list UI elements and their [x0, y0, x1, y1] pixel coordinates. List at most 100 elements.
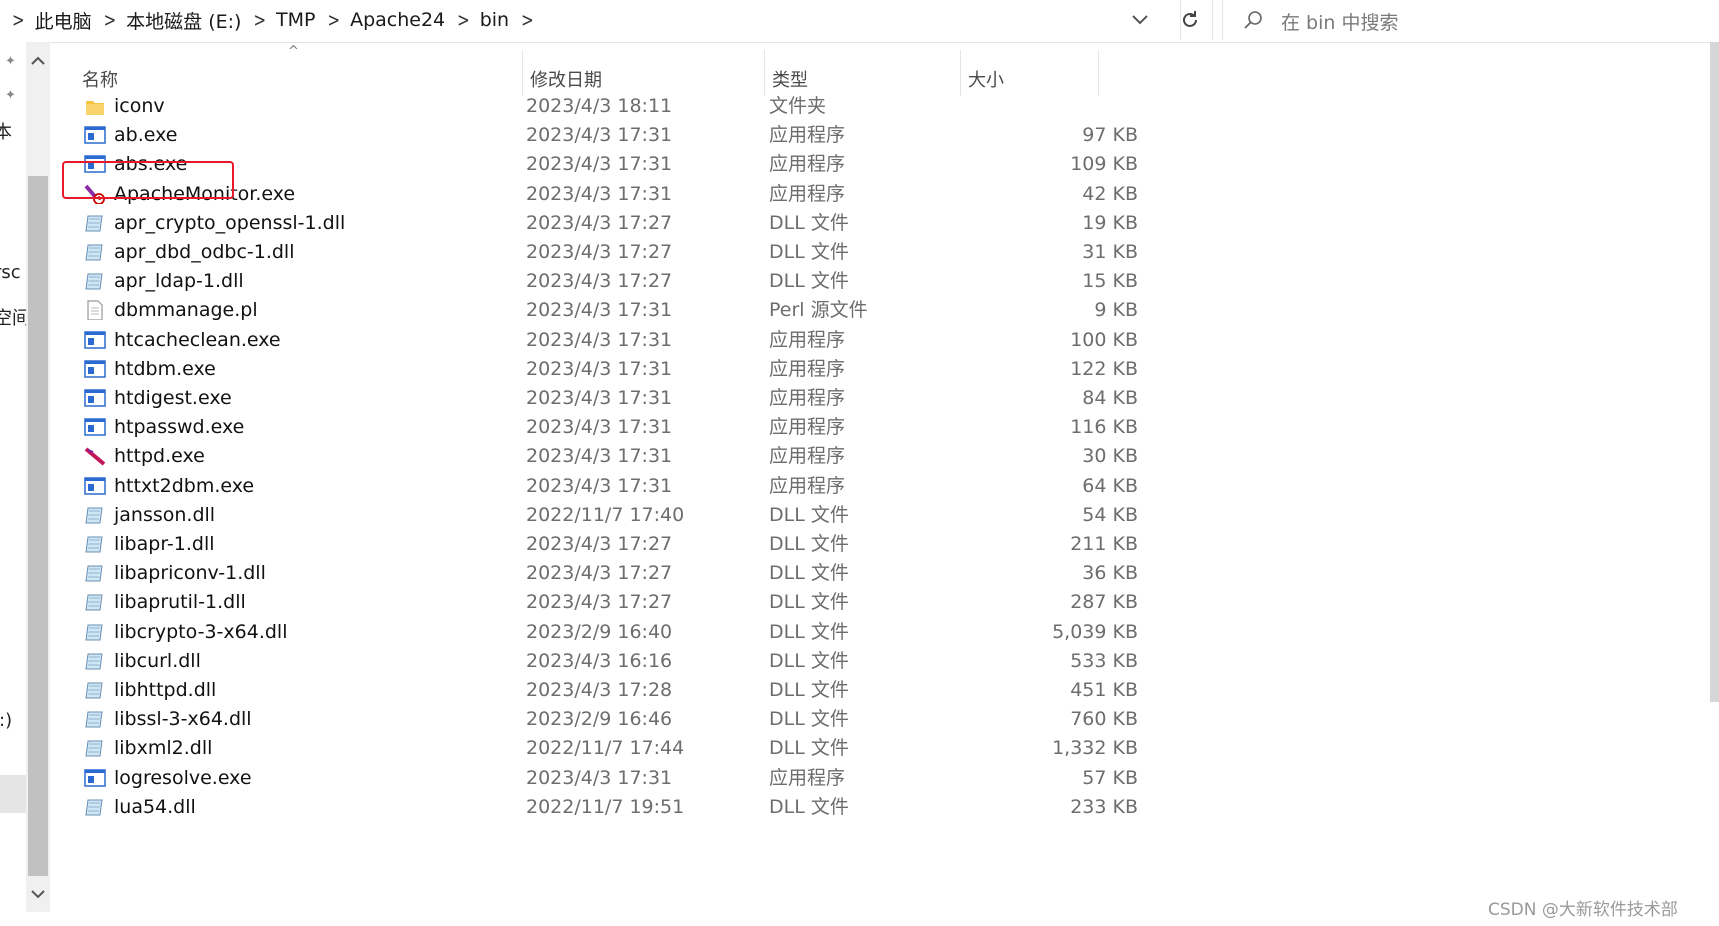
- address-history-dropdown[interactable]: [1122, 0, 1158, 40]
- file-size: 233 KB: [1070, 795, 1138, 818]
- chevron-right-icon[interactable]: >: [457, 8, 470, 31]
- file-row[interactable]: htcacheclean.exe 2023/4/3 17:31 应用程序 100 KB: [52, 324, 1138, 356]
- refresh-button[interactable]: [1168, 0, 1213, 40]
- breadcrumb: > 此电脑 > 本地磁盘 (E:) > TMP > Apache24 > bin…: [0, 0, 544, 40]
- file-row[interactable]: libapriconv-1.dll 2023/4/3 17:27 DLL 文件 36 …: [52, 557, 1138, 589]
- file-size: 122 KB: [1070, 357, 1138, 380]
- file-row[interactable]: htdbm.exe 2023/4/3 17:31 应用程序 122 KB: [52, 353, 1138, 385]
- breadcrumb-item-drive-e[interactable]: 本地磁盘 (E:): [126, 7, 241, 34]
- file-name[interactable]: logresolve.exe: [114, 762, 252, 794]
- exe-icon: [84, 360, 106, 378]
- file-size: 1,332 KB: [1052, 737, 1138, 760]
- chevron-right-icon[interactable]: >: [328, 8, 341, 31]
- file-name[interactable]: libhttpd.dll: [114, 674, 216, 706]
- chevron-right-icon[interactable]: >: [12, 8, 25, 31]
- file-row[interactable]: htpasswd.exe 2023/4/3 17:31 应用程序 116 KB: [52, 411, 1138, 443]
- nav-item-partial[interactable]: 本: [0, 118, 12, 144]
- file-row[interactable]: htdigest.exe 2023/4/3 17:31 应用程序 84 KB: [52, 382, 1138, 414]
- file-row[interactable]: httxt2dbm.exe 2023/4/3 17:31 应用程序 64 KB: [52, 470, 1138, 502]
- nav-item-partial[interactable]: rsc: [0, 262, 21, 283]
- file-name[interactable]: httpd.exe: [114, 440, 205, 472]
- file-name[interactable]: iconv: [114, 90, 165, 122]
- breadcrumb-item-apache24[interactable]: Apache24: [350, 9, 445, 31]
- file-name[interactable]: libcurl.dll: [114, 645, 201, 677]
- file-date: 2023/4/3 17:31: [526, 474, 673, 497]
- file-name[interactable]: httxt2dbm.exe: [114, 470, 254, 502]
- file-name[interactable]: lua54.dll: [114, 791, 196, 823]
- nav-scrollbar[interactable]: [26, 42, 50, 912]
- file-name[interactable]: apr_crypto_openssl-1.dll: [114, 207, 345, 239]
- file-name[interactable]: htdbm.exe: [114, 353, 216, 385]
- file-name[interactable]: libaprutil-1.dll: [114, 586, 246, 618]
- file-name[interactable]: libapriconv-1.dll: [114, 557, 266, 589]
- dll-icon: [85, 624, 103, 641]
- file-name[interactable]: apr_dbd_odbc-1.dll: [114, 236, 295, 268]
- file-row[interactable]: libapr-1.dll 2023/4/3 17:27 DLL 文件 211 KB: [52, 528, 1138, 560]
- exe-icon: [84, 418, 106, 436]
- file-name[interactable]: htcacheclean.exe: [114, 324, 281, 356]
- file-name[interactable]: htdigest.exe: [114, 382, 232, 414]
- file-row[interactable]: ab.exe 2023/4/3 17:31 应用程序 97 KB: [52, 119, 1138, 151]
- pin-icon[interactable]: ✦: [5, 88, 21, 104]
- file-list-scrollbar[interactable]: [1710, 42, 1719, 702]
- file-name[interactable]: dbmmanage.pl: [114, 294, 258, 326]
- file-size: 5,039 KB: [1052, 620, 1138, 643]
- nav-item-selected[interactable]: [0, 775, 26, 813]
- file-row[interactable]: logresolve.exe 2023/4/3 17:31 应用程序 57 KB: [52, 762, 1138, 794]
- file-row[interactable]: apr_crypto_openssl-1.dll 2023/4/3 17:27 DL…: [52, 207, 1138, 239]
- file-date: 2023/4/3 17:31: [526, 299, 673, 322]
- file-type: 应用程序: [769, 387, 846, 409]
- file-name[interactable]: libapr-1.dll: [114, 528, 215, 560]
- nav-item-partial[interactable]: l:): [0, 710, 12, 731]
- file-row[interactable]: dbmmanage.pl 2023/4/3 17:31 Perl 源文件 9 KB: [52, 294, 1138, 326]
- file-name[interactable]: htpasswd.exe: [114, 411, 244, 443]
- scrollbar-thumb[interactable]: [28, 176, 48, 876]
- file-row[interactable]: libcrypto-3-x64.dll 2023/2/9 16:40 DLL 文件 5…: [52, 616, 1138, 648]
- chevron-right-icon[interactable]: >: [521, 8, 534, 31]
- file-row[interactable]: iconv 2023/4/3 18:11 文件夹: [52, 90, 1102, 122]
- file-name[interactable]: libxml2.dll: [114, 732, 212, 764]
- file-row[interactable]: apr_dbd_odbc-1.dll 2023/4/3 17:27 DLL 文件 31…: [52, 236, 1138, 268]
- file-list: ^ 名称 修改日期 类型 大小 iconv 2023/4/3 18:11 文件夹 ab…: [52, 42, 1692, 926]
- file-type: 文件夹: [769, 95, 827, 117]
- file-type: DLL 文件: [769, 649, 849, 672]
- breadcrumb-item-this-pc[interactable]: 此电脑: [35, 7, 92, 34]
- file-name[interactable]: libcrypto-3-x64.dll: [114, 616, 288, 648]
- dll-icon: [85, 682, 103, 699]
- file-date: 2023/4/3 17:31: [526, 357, 673, 380]
- file-row[interactable]: libhttpd.dll 2023/4/3 17:28 DLL 文件 451 KB: [52, 674, 1138, 706]
- file-date: 2023/4/3 17:31: [526, 328, 673, 351]
- file-row[interactable]: httpd.exe 2023/4/3 17:31 应用程序 30 KB: [52, 440, 1138, 472]
- chevron-right-icon[interactable]: >: [104, 8, 117, 31]
- nav-item-partial[interactable]: 空间: [0, 304, 26, 330]
- file-date: 2023/4/3 17:31: [526, 416, 673, 439]
- file-size: 19 KB: [1082, 211, 1138, 234]
- breadcrumb-item-bin[interactable]: bin: [480, 9, 509, 31]
- file-name[interactable]: apr_ldap-1.dll: [114, 265, 244, 297]
- file-row[interactable]: apr_ldap-1.dll 2023/4/3 17:27 DLL 文件 15 KB: [52, 265, 1138, 297]
- file-type: DLL 文件: [769, 503, 849, 526]
- file-row[interactable]: libcurl.dll 2023/4/3 16:16 DLL 文件 533 KB: [52, 645, 1138, 677]
- scroll-down-icon[interactable]: [26, 882, 50, 906]
- file-row[interactable]: lua54.dll 2022/11/7 19:51 DLL 文件 233 KB: [52, 791, 1138, 823]
- file-date: 2023/4/3 17:27: [526, 211, 673, 234]
- address-bar[interactable]: > 此电脑 > 本地磁盘 (E:) > TMP > Apache24 > bin…: [0, 0, 1181, 40]
- file-row[interactable]: libaprutil-1.dll 2023/4/3 17:27 DLL 文件 287 …: [52, 586, 1138, 618]
- file-date: 2023/4/3 17:27: [526, 591, 673, 614]
- file-size: 287 KB: [1070, 591, 1138, 614]
- file-type: DLL 文件: [769, 241, 849, 263]
- file-name[interactable]: libssl-3-x64.dll: [114, 703, 252, 735]
- breadcrumb-item-tmp[interactable]: TMP: [276, 9, 315, 31]
- file-size: 211 KB: [1070, 533, 1138, 555]
- pin-icon[interactable]: ✦: [5, 54, 21, 70]
- chevron-right-icon[interactable]: >: [253, 8, 266, 31]
- file-row[interactable]: libxml2.dll 2022/11/7 17:44 DLL 文件 1,332 KB: [52, 732, 1138, 764]
- file-row[interactable]: jansson.dll 2022/11/7 17:40 DLL 文件 54 KB: [52, 499, 1138, 531]
- exe-icon: [84, 768, 106, 787]
- scroll-up-icon[interactable]: [26, 48, 50, 72]
- search-box[interactable]: 在 bin 中搜索: [1222, 0, 1719, 40]
- file-name[interactable]: jansson.dll: [114, 499, 215, 531]
- file-name[interactable]: ab.exe: [114, 119, 177, 151]
- file-row[interactable]: libssl-3-x64.dll 2023/2/9 16:46 DLL 文件 760 …: [52, 703, 1138, 735]
- dll-icon: [85, 565, 103, 582]
